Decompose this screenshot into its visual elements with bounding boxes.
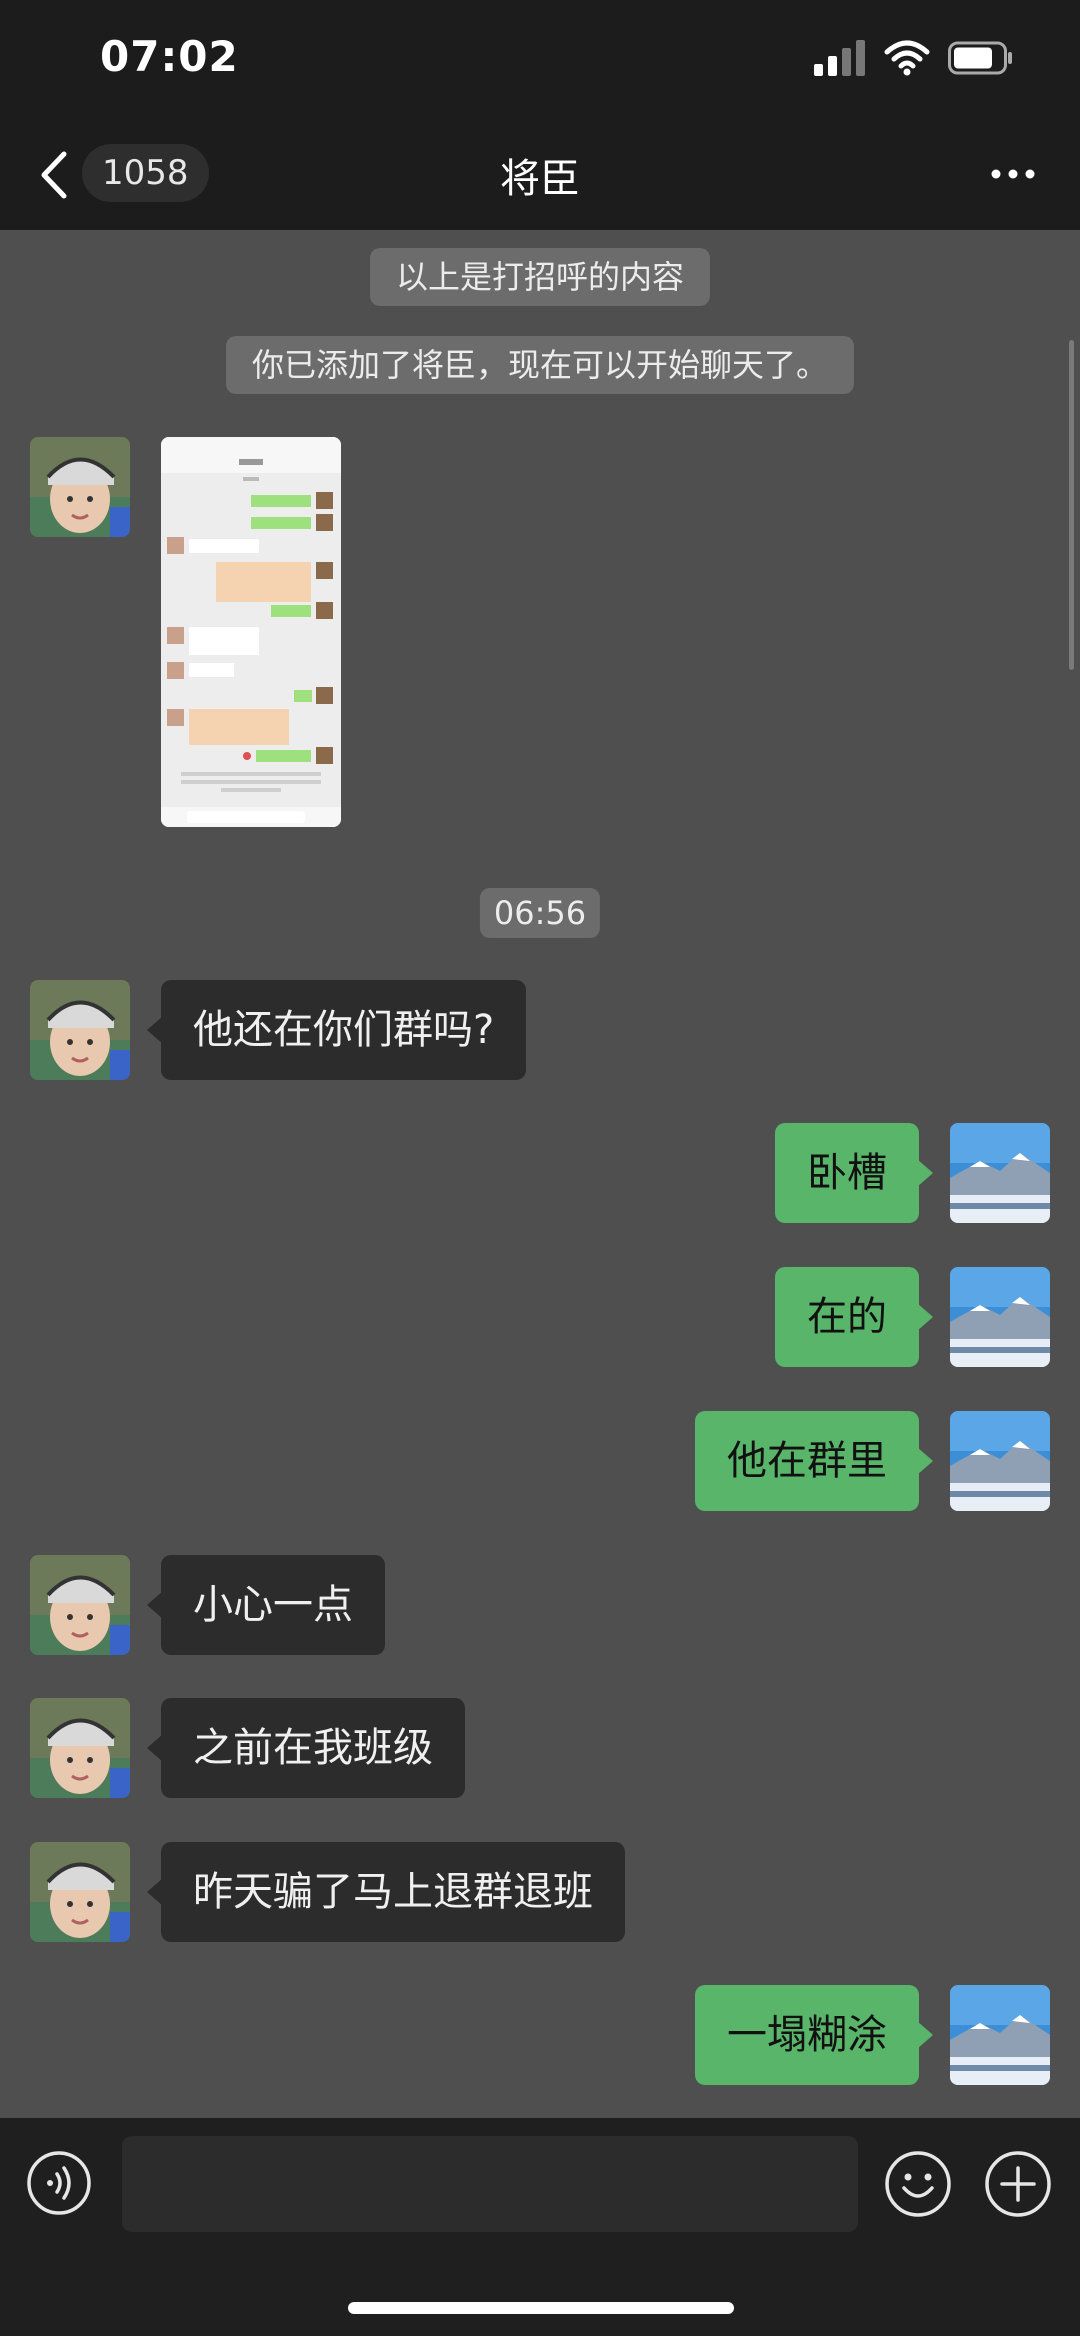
incoming-message[interactable]: 他还在你们群吗?: [146, 980, 527, 1080]
outgoing-message[interactable]: 一塌糊涂: [695, 1985, 933, 2085]
nav-bar: 1058 将臣: [0, 120, 1080, 230]
outgoing-message[interactable]: 在的: [775, 1267, 933, 1367]
contact-avatar[interactable]: [30, 1555, 130, 1655]
battery-icon: [948, 41, 1014, 75]
home-indicator[interactable]: [348, 2302, 734, 2314]
contact-avatar[interactable]: [30, 980, 130, 1080]
status-icons: [814, 40, 1014, 76]
outgoing-message[interactable]: 他在群里: [695, 1411, 933, 1511]
my-avatar[interactable]: [950, 1411, 1050, 1511]
system-message: 以上是打招呼的内容: [369, 248, 711, 306]
incoming-message[interactable]: 之前在我班级: [147, 1698, 465, 1798]
emoji-icon[interactable]: [884, 2150, 952, 2218]
input-bar: [0, 2118, 1080, 2336]
contact-avatar[interactable]: [30, 1698, 130, 1798]
more-icon[interactable]: [990, 166, 1036, 182]
status-bar: 07:02: [0, 0, 1080, 120]
plus-icon[interactable]: [984, 2150, 1052, 2218]
voice-input-icon[interactable]: [26, 2150, 92, 2216]
signal-icon: [814, 40, 866, 76]
contact-avatar[interactable]: [30, 437, 130, 537]
contact-avatar[interactable]: [30, 1842, 130, 1942]
scrollbar[interactable]: [1069, 340, 1074, 670]
system-message: 你已添加了将臣，现在可以开始聊天了。: [225, 336, 855, 394]
chat-area[interactable]: 以上是打招呼的内容 你已添加了将臣，现在可以开始聊天了。 06:56 他还在你们…: [0, 230, 1080, 2118]
my-avatar[interactable]: [950, 1123, 1050, 1223]
chat-title: 将臣: [500, 156, 580, 202]
incoming-message[interactable]: 昨天骗了马上退群退班: [147, 1842, 625, 1942]
incoming-message[interactable]: 小心一点: [147, 1555, 385, 1655]
image-message-thumbnail[interactable]: [161, 437, 341, 827]
message-input[interactable]: [122, 2136, 858, 2232]
wifi-icon: [884, 40, 930, 76]
my-avatar[interactable]: [950, 1267, 1050, 1367]
chat-screen: 07:02 1058 将臣 以上是打招呼的内容 你已添加了将臣，现在可以开始聊天…: [0, 0, 1080, 2336]
my-avatar[interactable]: [950, 1985, 1050, 2085]
status-time: 07:02: [100, 32, 239, 81]
outgoing-message[interactable]: 卧槽: [775, 1123, 933, 1223]
message-timestamp: 06:56: [479, 888, 601, 938]
